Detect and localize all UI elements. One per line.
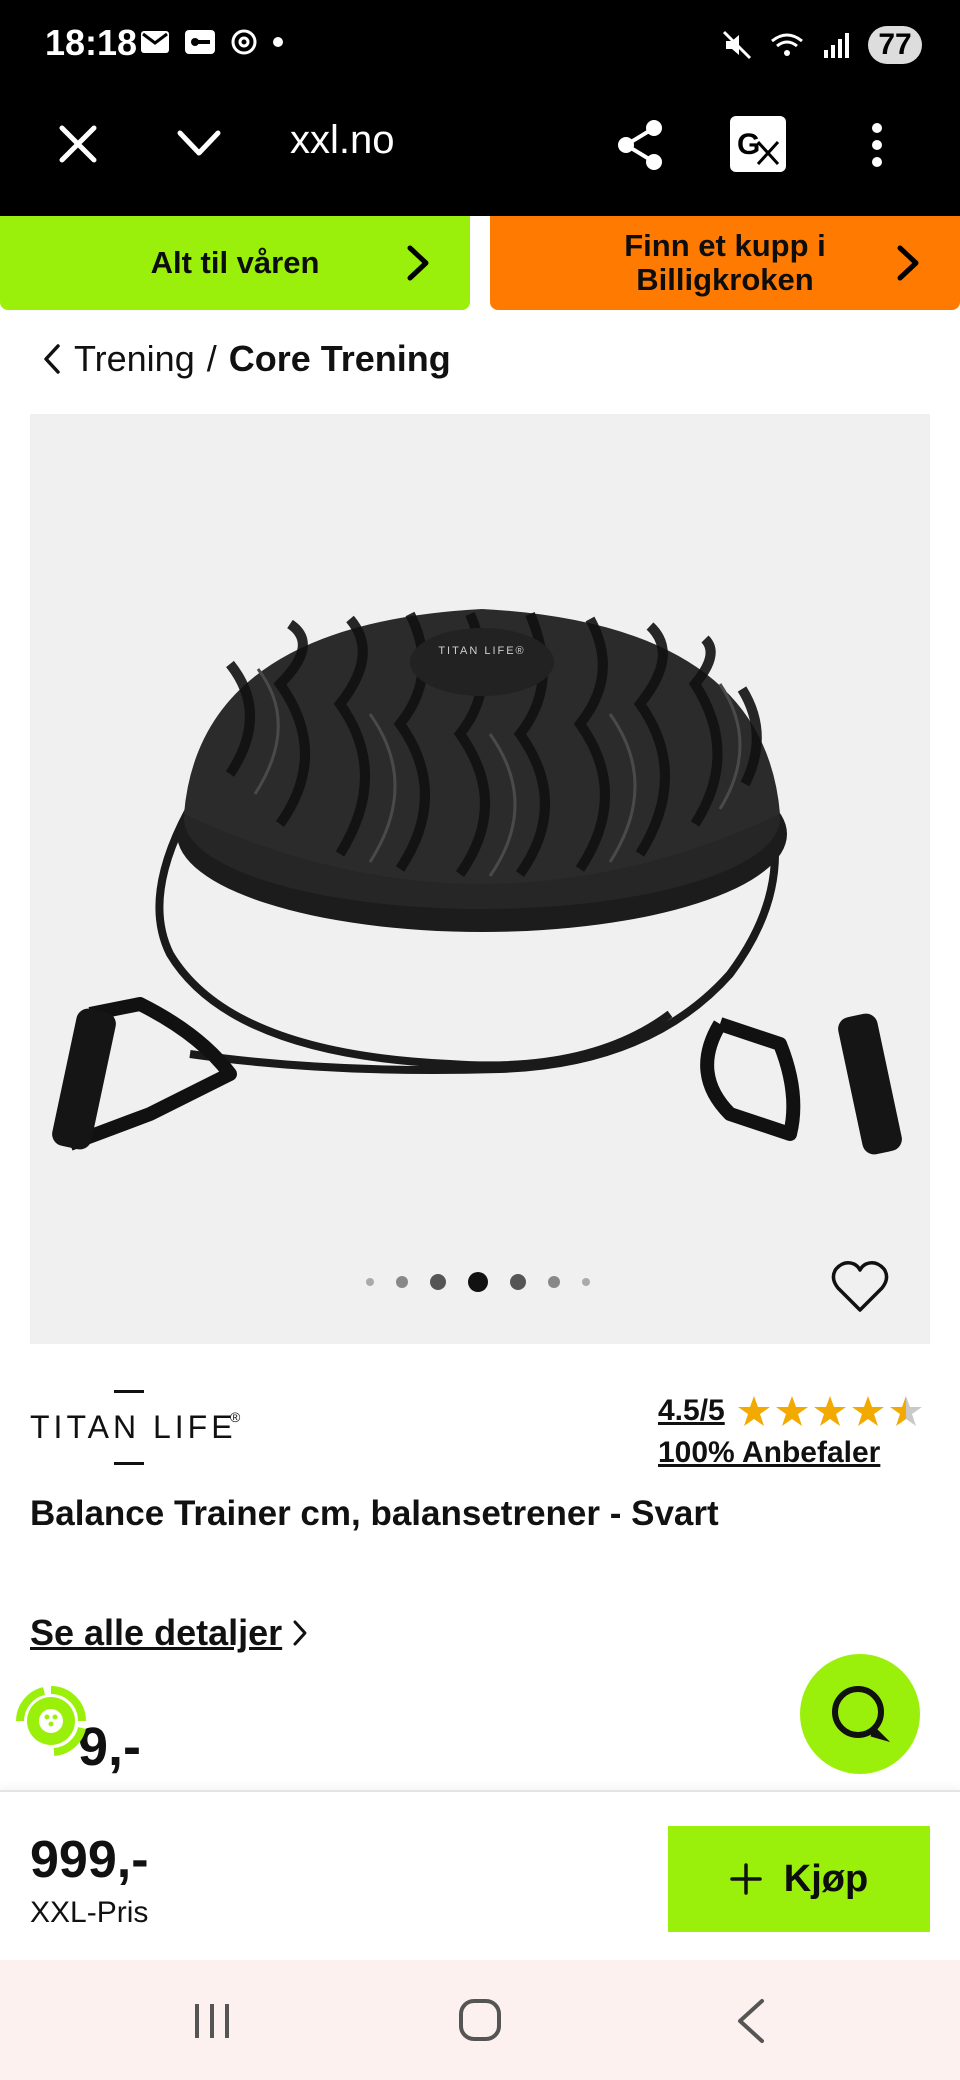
carousel-dot[interactable]	[366, 1278, 374, 1286]
sticky-buy-bar: 999,- XXL-Pris Kjøp	[0, 1790, 960, 1960]
breadcrumb-current[interactable]: Core Trening	[229, 338, 451, 380]
brand-registered: ®	[230, 1409, 241, 1425]
mail-icon	[141, 31, 169, 53]
share-icon	[618, 120, 662, 170]
battery-indicator: 77	[868, 26, 922, 64]
breadcrumb-separator: /	[206, 338, 217, 379]
signal-icon	[824, 33, 849, 58]
carousel-dots[interactable]	[366, 1272, 590, 1292]
carousel-dot[interactable]	[396, 1276, 408, 1288]
carousel-dot-active[interactable]	[468, 1272, 488, 1292]
loyalty-badge[interactable]	[14, 1684, 88, 1763]
recommend-percentage[interactable]: 100% Anbefaler	[658, 1436, 925, 1470]
buy-button[interactable]: Kjøp	[668, 1826, 930, 1932]
threads-icon	[231, 29, 257, 55]
chevron-left-icon[interactable]	[42, 342, 62, 376]
promo-banner-spring-label: Alt til våren	[150, 245, 320, 280]
close-tab-button[interactable]	[58, 124, 98, 164]
notification-icons	[140, 28, 284, 56]
recycle-icon	[16, 1686, 86, 1756]
promo-banner-bargain[interactable]: Finn et kupp i Billigkroken	[490, 216, 960, 310]
menu-button[interactable]	[870, 122, 884, 168]
svg-text:G: G	[737, 128, 760, 161]
favorite-button[interactable]	[830, 1260, 890, 1319]
titan-life-logo: TITAN LIFE ®	[30, 1390, 241, 1465]
wifi-icon	[771, 33, 803, 56]
home-icon	[459, 1999, 501, 2041]
chevron-down-icon	[177, 130, 221, 156]
plus-icon	[730, 1863, 762, 1895]
url-text[interactable]: xxl.no	[290, 118, 395, 163]
carousel-dot[interactable]	[548, 1276, 560, 1288]
product-image: TITAN LIFE®	[52, 609, 902, 1155]
product-title: Balance Trainer cm, balansetrener - Svar…	[30, 1494, 719, 1533]
chevron-right-icon	[293, 1620, 307, 1646]
more-vertical-icon	[872, 123, 882, 167]
promo-banner-spring[interactable]: Alt til våren	[0, 216, 470, 310]
chat-button[interactable]	[800, 1654, 920, 1774]
see-all-details-label: Se alle detaljer	[30, 1612, 283, 1653]
chevron-right-icon	[407, 245, 429, 281]
rating-summary[interactable]: 4.5/5 100% Anbefaler	[658, 1394, 925, 1470]
home-button[interactable]	[458, 1998, 502, 2047]
mute-icon	[722, 30, 752, 60]
system-nav-bar	[0, 1960, 960, 2080]
buy-button-label: Kjøp	[783, 1857, 869, 1900]
close-icon	[59, 125, 97, 163]
rating-value[interactable]: 4.5/5	[658, 1394, 725, 1428]
brand-logo[interactable]: TITAN LIFE ®	[30, 1388, 270, 1473]
promo-banner-bargain-label: Finn et kupp i Billigkroken	[624, 228, 826, 297]
price: 999,-	[30, 1831, 149, 1889]
translate-icon: G	[730, 116, 786, 172]
breadcrumb: Trening / Core Trening	[42, 338, 451, 380]
translate-button[interactable]: G	[728, 114, 788, 174]
see-all-details-link[interactable]: Se alle detaljer	[30, 1612, 308, 1654]
share-button[interactable]	[614, 118, 666, 172]
dot-icon	[273, 37, 283, 47]
collapse-button[interactable]	[176, 128, 222, 158]
product-image-carousel[interactable]: TITAN LIFE®	[30, 414, 930, 1344]
heart-icon	[831, 1261, 889, 1312]
carousel-dot[interactable]	[510, 1274, 526, 1290]
carousel-dot[interactable]	[430, 1274, 446, 1290]
breadcrumb-parent-link[interactable]: Trening	[74, 338, 195, 380]
status-time: 18:18	[45, 22, 138, 63]
key-app-icon	[185, 30, 215, 54]
price-label: XXL-Pris	[30, 1896, 149, 1929]
star-rating-icon	[737, 1396, 922, 1426]
chat-icon	[832, 1686, 891, 1743]
chevron-right-icon	[897, 245, 919, 281]
brand-name: TITAN LIFE	[30, 1409, 237, 1445]
recent-apps-icon	[195, 2004, 229, 2038]
top-bar: 18:18 77 xxl.no G	[0, 0, 960, 216]
back-icon	[738, 1999, 764, 2043]
recent-apps-button[interactable]	[192, 2002, 232, 2045]
carousel-dot[interactable]	[582, 1278, 590, 1286]
system-icons: 77	[722, 26, 922, 64]
product-image-logo: TITAN LIFE®	[438, 645, 525, 657]
back-button[interactable]	[736, 1998, 766, 2049]
